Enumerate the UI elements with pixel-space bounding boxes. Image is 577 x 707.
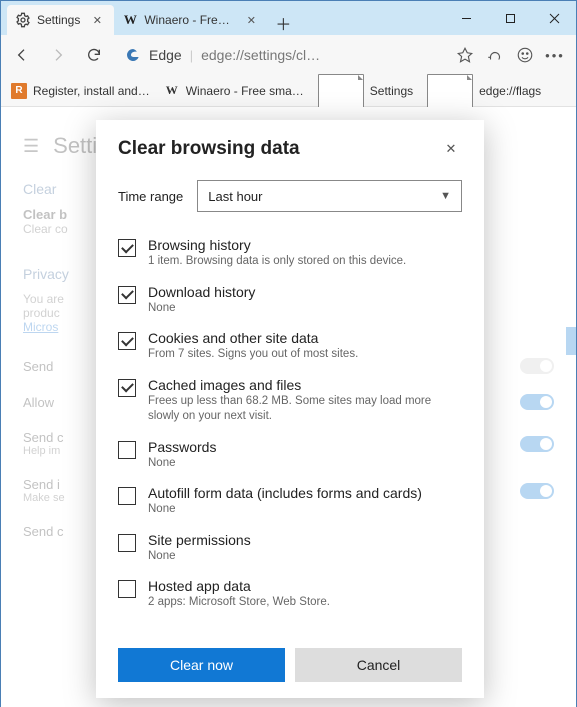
page-icon [318,74,364,108]
checkbox[interactable] [118,534,136,552]
option-cached-images[interactable]: Cached images and filesFrees up less tha… [118,370,462,432]
close-icon[interactable]: ✕ [90,13,104,27]
bookmark-label: Settings [370,84,413,98]
checkbox[interactable] [118,379,136,397]
back-button[interactable] [9,42,35,68]
toolbar-actions: ••• [456,46,568,64]
bookmark-item[interactable]: edge://flags [427,74,541,108]
gear-icon [15,12,31,28]
checkbox[interactable] [118,239,136,257]
window-titlebar: Settings ✕ W Winaero - Free smal… ✕ ＋ [1,1,576,35]
option-passwords[interactable]: PasswordsNone [118,432,462,479]
clear-browsing-data-dialog: Clear browsing data ✕ Time range Last ho… [96,120,484,698]
bookmark-label: Register, install and… [33,84,150,98]
bookmarks-bar: R Register, install and… W Winaero - Fre… [1,75,576,107]
site-favicon: W [122,12,138,28]
forward-button[interactable] [45,42,71,68]
profile-icon[interactable] [516,46,534,64]
bookmark-label: Winaero - Free sma… [186,84,304,98]
option-cookies[interactable]: Cookies and other site dataFrom 7 sites.… [118,323,462,370]
clear-now-button[interactable]: Clear now [118,648,285,682]
refresh-button[interactable] [81,42,107,68]
address-bar[interactable]: Edge | edge://settings/cl… [117,40,446,70]
bookmark-favicon: R [11,83,27,99]
address-product-label: Edge [149,47,182,63]
favorite-icon[interactable] [456,46,474,64]
checkbox[interactable] [118,286,136,304]
checkbox[interactable] [118,332,136,350]
dialog-title: Clear browsing data [118,138,300,160]
tab-label: Settings [37,13,80,27]
cancel-button[interactable]: Cancel [295,648,462,682]
option-hosted-app-data[interactable]: Hosted app data2 apps: Microsoft Store, … [118,571,462,618]
minimize-button[interactable] [444,1,488,35]
edge-icon [125,47,141,63]
checkbox[interactable] [118,580,136,598]
chevron-down-icon: ▼ [440,190,451,202]
bookmark-item[interactable]: W Winaero - Free sma… [164,83,304,99]
page-icon [427,74,473,108]
checkbox[interactable] [118,487,136,505]
address-separator: | [190,48,193,63]
window-buttons [444,1,576,35]
bookmark-label: edge://flags [479,84,541,98]
sync-icon[interactable] [486,46,504,64]
browser-toolbar: Edge | edge://settings/cl… ••• [1,35,576,75]
more-icon[interactable]: ••• [546,46,564,64]
maximize-button[interactable] [488,1,532,35]
option-download-history[interactable]: Download historyNone [118,277,462,324]
window-close-button[interactable] [532,1,576,35]
dialog-close-button[interactable]: ✕ [440,138,462,160]
option-browsing-history[interactable]: Browsing history1 item. Browsing data is… [118,230,462,277]
address-url: edge://settings/cl… [201,47,320,63]
bookmark-item[interactable]: R Register, install and… [11,83,150,99]
option-site-permissions[interactable]: Site permissionsNone [118,525,462,572]
close-icon[interactable]: ✕ [244,13,258,27]
bookmark-item[interactable]: Settings [318,74,413,108]
time-range-value: Last hour [208,189,262,204]
tab-winaero[interactable]: W Winaero - Free smal… ✕ [114,5,268,35]
time-range-label: Time range [118,189,183,204]
bookmark-favicon: W [164,83,180,99]
clear-data-options: Browsing history1 item. Browsing data is… [118,230,462,638]
option-autofill[interactable]: Autofill form data (includes forms and c… [118,478,462,525]
tab-strip: Settings ✕ W Winaero - Free smal… ✕ ＋ [1,1,444,35]
checkbox[interactable] [118,441,136,459]
tab-settings[interactable]: Settings ✕ [7,5,114,35]
new-tab-button[interactable]: ＋ [268,11,298,35]
tab-label: Winaero - Free smal… [144,13,234,27]
time-range-select[interactable]: Last hour ▼ [197,180,462,212]
